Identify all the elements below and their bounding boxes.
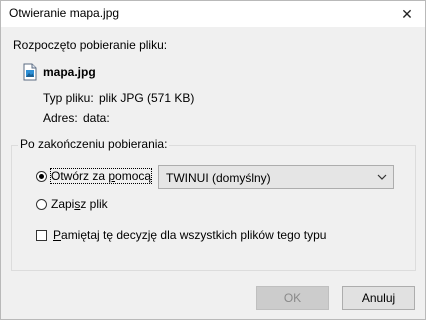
close-button[interactable]: ✕ bbox=[389, 1, 425, 27]
ok-button[interactable]: OK bbox=[256, 286, 329, 310]
remember-decision-checkbox[interactable] bbox=[36, 230, 47, 241]
save-file-label[interactable]: Zapisz plik bbox=[51, 197, 108, 211]
download-dialog: Otwieranie mapa.jpg ✕ Rozpoczęto pobiera… bbox=[0, 0, 426, 320]
close-icon: ✕ bbox=[401, 5, 413, 22]
save-file-radio[interactable] bbox=[36, 199, 47, 210]
image-file-icon bbox=[23, 63, 37, 81]
open-with-radio[interactable] bbox=[36, 171, 47, 182]
remember-decision-label[interactable]: Pamiętaj tę decyzję dla wszystkich plikó… bbox=[53, 228, 326, 242]
file-name: mapa.jpg bbox=[43, 65, 96, 79]
after-download-legend: Po zakończeniu pobierania: bbox=[18, 137, 170, 151]
file-address-value: data: bbox=[83, 111, 110, 125]
cancel-button[interactable]: Anuluj bbox=[342, 286, 415, 310]
application-select-value: TWINUI (domyślny) bbox=[166, 171, 271, 185]
window-title: Otwieranie mapa.jpg bbox=[9, 6, 120, 20]
file-type-value: plik JPG (571 KB) bbox=[99, 91, 195, 105]
file-address-label: Adres: bbox=[43, 111, 78, 125]
chevron-down-icon bbox=[377, 174, 387, 180]
title-bar: Otwieranie mapa.jpg ✕ bbox=[1, 1, 425, 27]
file-type-label: Typ pliku: bbox=[43, 91, 94, 105]
download-heading: Rozpoczęto pobieranie pliku: bbox=[13, 38, 168, 52]
open-with-label[interactable]: Otwórz za pomocą bbox=[49, 168, 153, 184]
application-select[interactable]: TWINUI (domyślny) bbox=[158, 165, 394, 189]
